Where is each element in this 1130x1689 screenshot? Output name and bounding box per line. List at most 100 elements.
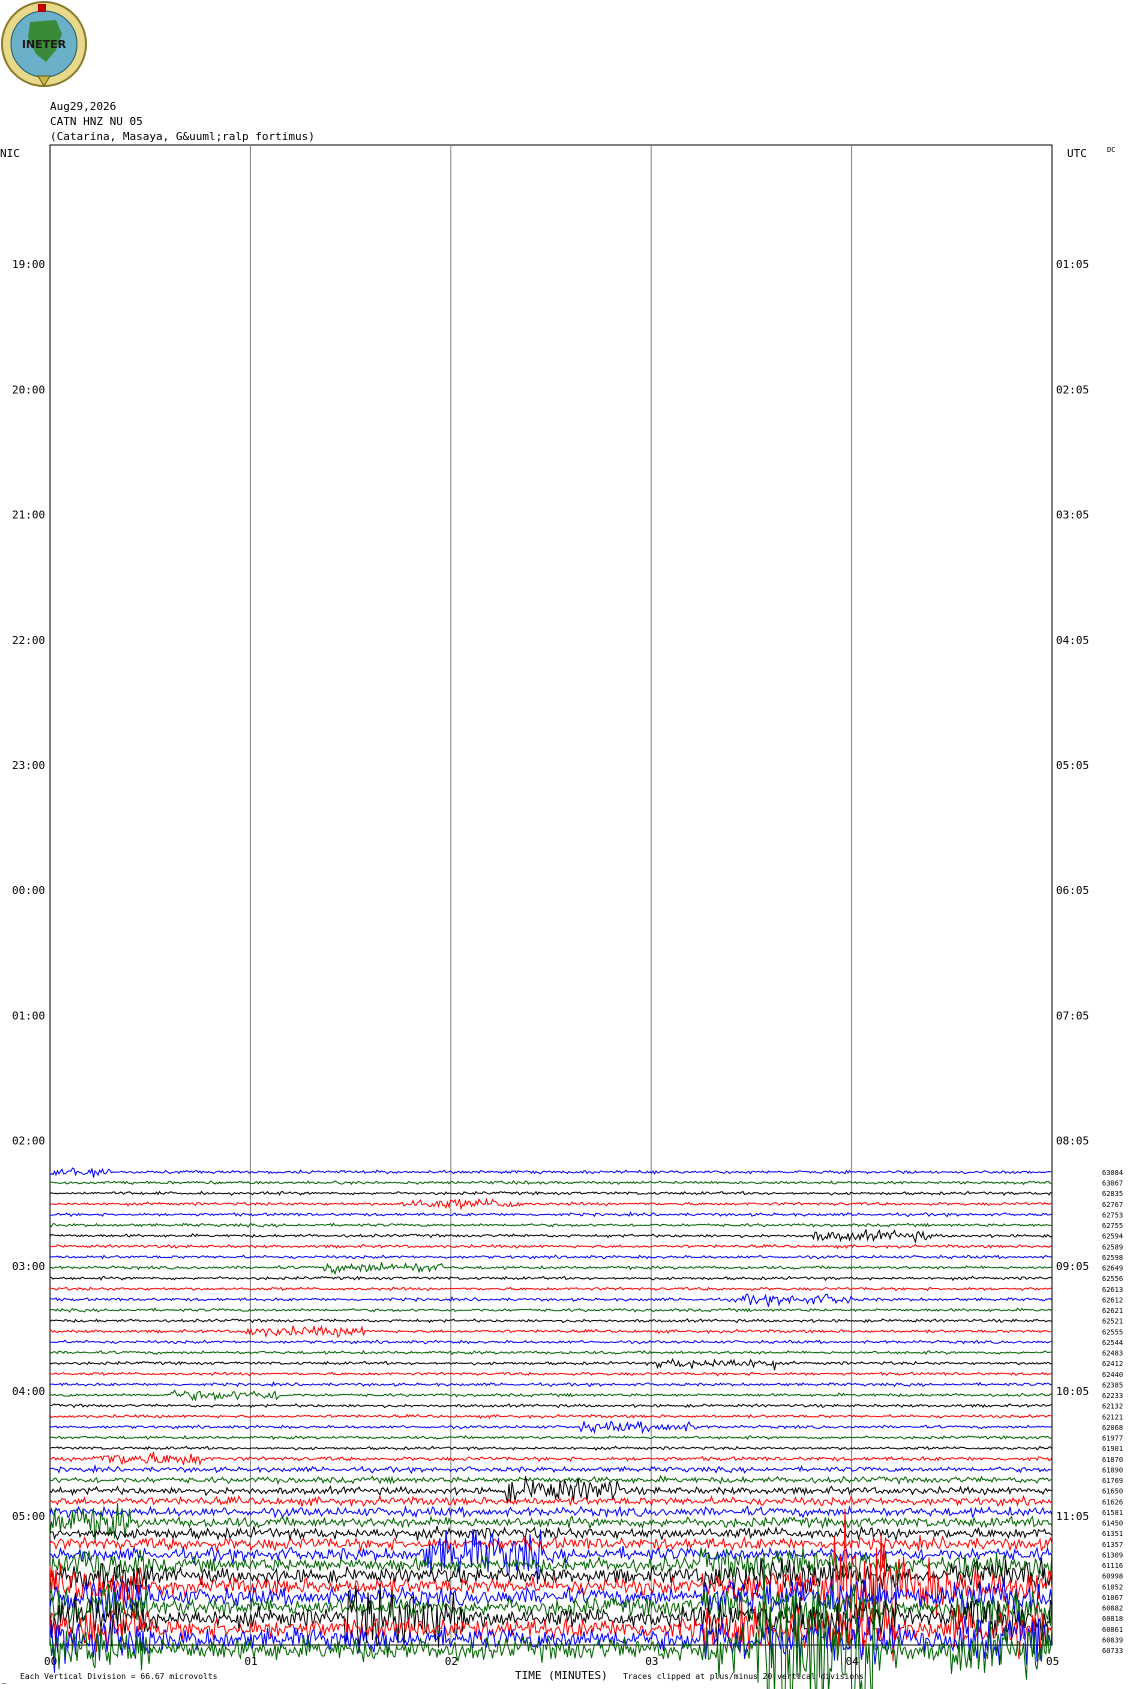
x-tick-label: 04 bbox=[846, 1655, 860, 1668]
seismic-trace bbox=[49, 1293, 1053, 1307]
right-hour-label: 10:05 bbox=[1056, 1385, 1089, 1398]
seismic-trace bbox=[49, 1389, 1053, 1402]
trace-value-label: 61650 bbox=[1102, 1488, 1123, 1496]
seismogram-plot: 00 01 02 03 04 05 19:00 20:00 21:00 22:00 23:00 00:… bbox=[0, 144, 1123, 1689]
seismic-trace bbox=[49, 1445, 1053, 1452]
trace-value-label: 62556 bbox=[1102, 1275, 1123, 1283]
seismic-trace bbox=[49, 1211, 1053, 1218]
corner-mark: ‒ bbox=[2, 1679, 7, 1687]
right-hour-label: 02:05 bbox=[1056, 383, 1089, 396]
trace-value-label: 60818 bbox=[1102, 1615, 1123, 1623]
trace-value-label: 62835 bbox=[1102, 1190, 1123, 1198]
x-tick-label: 02 bbox=[445, 1655, 458, 1668]
right-hour-label: 03:05 bbox=[1056, 509, 1089, 522]
trace-value-label: 62753 bbox=[1102, 1211, 1123, 1219]
trace-value-label: 62594 bbox=[1102, 1233, 1123, 1241]
trace-value-label: 62613 bbox=[1102, 1286, 1123, 1294]
trace-value-label: 61052 bbox=[1102, 1583, 1123, 1591]
seismic-trace bbox=[49, 1254, 1053, 1260]
seismic-trace bbox=[49, 1324, 1053, 1339]
seismic-trace bbox=[49, 1243, 1053, 1250]
dc-label: DC bbox=[1107, 146, 1115, 154]
seismic-trace bbox=[49, 1474, 1052, 1486]
left-hour-label: 19:00 bbox=[12, 258, 45, 271]
seismic-trace bbox=[49, 1420, 1053, 1435]
trace-value-label: 61450 bbox=[1102, 1520, 1123, 1528]
trace-value-label: 62755 bbox=[1102, 1222, 1123, 1230]
left-hour-label: 21:00 bbox=[12, 509, 45, 522]
seismic-trace bbox=[49, 1229, 1053, 1244]
seismic-trace bbox=[49, 1222, 1053, 1228]
seismic-trace bbox=[49, 1190, 1053, 1197]
seismic-trace bbox=[49, 1505, 1053, 1520]
trace-value-label: 60839 bbox=[1102, 1636, 1123, 1644]
trace-value-label: 61581 bbox=[1102, 1509, 1123, 1517]
trace-value-label: 61769 bbox=[1102, 1477, 1123, 1485]
seismic-trace bbox=[49, 1494, 1053, 1508]
trace-value-label: 62483 bbox=[1102, 1350, 1123, 1358]
trace-value-label: 62589 bbox=[1102, 1243, 1123, 1251]
right-hour-label: 08:05 bbox=[1056, 1135, 1089, 1148]
x-tick-label: 01 bbox=[244, 1655, 257, 1668]
trace-value-label: 62440 bbox=[1102, 1371, 1123, 1379]
left-hour-label: 02:00 bbox=[12, 1135, 45, 1148]
seismic-trace bbox=[49, 1262, 1053, 1276]
grid-lines bbox=[49, 144, 1053, 1646]
trace-value-label: 62598 bbox=[1102, 1254, 1123, 1262]
trace-value-label: 61977 bbox=[1102, 1435, 1123, 1443]
right-hour-label: 05:05 bbox=[1056, 759, 1089, 772]
trace-value-label: 62385 bbox=[1102, 1381, 1123, 1389]
trace-value-label: 61116 bbox=[1102, 1562, 1123, 1570]
trace-value-label: 62555 bbox=[1102, 1328, 1123, 1336]
seismic-trace bbox=[49, 1357, 1053, 1371]
clip-note: Traces clipped at plus/minus 20 vertical… bbox=[623, 1672, 864, 1681]
seismic-trace bbox=[49, 1525, 1053, 1542]
x-tick-label: 00 bbox=[44, 1655, 57, 1668]
trace-value-label: 61901 bbox=[1102, 1445, 1123, 1453]
left-hour-label: 00:00 bbox=[12, 884, 45, 897]
left-hour-label: 23:00 bbox=[12, 759, 45, 772]
right-hour-label: 06:05 bbox=[1056, 884, 1089, 897]
seismic-trace bbox=[49, 1350, 1053, 1356]
trace-value-label: 62612 bbox=[1102, 1296, 1123, 1304]
seismic-trace bbox=[49, 1275, 1053, 1282]
trace-value-label: 62544 bbox=[1102, 1339, 1123, 1347]
trace-value-label: 61890 bbox=[1102, 1466, 1123, 1474]
trace-value-label: 62649 bbox=[1102, 1265, 1123, 1273]
seismic-trace bbox=[49, 1167, 1053, 1178]
trace-value-label: 60882 bbox=[1102, 1605, 1123, 1613]
trace-value-label: 61626 bbox=[1102, 1498, 1123, 1506]
scale-note: Each Vertical Division = 66.67 microvolt… bbox=[20, 1672, 218, 1681]
trace-value-label: 60861 bbox=[1102, 1626, 1123, 1634]
left-tz-label: NIC bbox=[0, 147, 20, 160]
seismic-trace bbox=[49, 1307, 1053, 1313]
seismic-trace bbox=[50, 1286, 1053, 1292]
trace-value-label: 61351 bbox=[1102, 1530, 1123, 1538]
seismic-trace bbox=[49, 1413, 1053, 1420]
trace-value-label: 62412 bbox=[1102, 1360, 1123, 1368]
right-hour-label: 07:05 bbox=[1056, 1009, 1089, 1022]
trace-value-label: 62132 bbox=[1102, 1403, 1123, 1411]
left-hour-label: 05:00 bbox=[12, 1510, 45, 1523]
trace-value-label: 61067 bbox=[1102, 1594, 1123, 1602]
seismic-trace bbox=[49, 1318, 1053, 1324]
right-hour-label: 11:05 bbox=[1056, 1510, 1089, 1523]
seismic-trace bbox=[49, 1451, 1053, 1467]
plot-frame bbox=[49, 144, 1053, 1646]
trace-value-label: 62621 bbox=[1102, 1307, 1123, 1315]
seismic-trace bbox=[49, 1463, 1053, 1475]
seismic-trace bbox=[49, 1610, 1053, 1673]
trace-value-label: 61309 bbox=[1102, 1551, 1123, 1559]
seismic-trace bbox=[49, 1180, 1053, 1186]
axis-labels: 00 01 02 03 04 05 19:00 20:00 21:00 22:00 23:00 00:… bbox=[12, 258, 1123, 1668]
trace-value-label: 62767 bbox=[1102, 1201, 1123, 1209]
left-hour-label: 20:00 bbox=[12, 383, 45, 396]
x-tick-label: 03 bbox=[645, 1655, 658, 1668]
seismic-trace bbox=[49, 1371, 1053, 1377]
right-tz-label: UTC bbox=[1067, 147, 1087, 160]
trace-group bbox=[49, 1167, 1053, 1689]
trace-value-label: 62521 bbox=[1102, 1318, 1123, 1326]
right-hour-label: 04:05 bbox=[1056, 634, 1089, 647]
trace-value-label: 63067 bbox=[1102, 1180, 1123, 1188]
left-hour-label: 01:00 bbox=[12, 1009, 45, 1022]
